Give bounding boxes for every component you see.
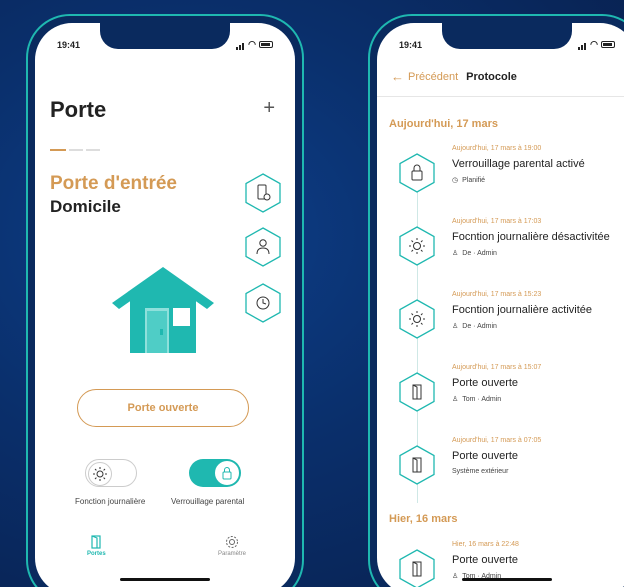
log-item[interactable]: Aujourd'hui, 17 mars à 15:23 Focntion jo…: [389, 291, 624, 361]
door-location: Domicile: [50, 197, 121, 216]
open-door-button[interactable]: Porte ouverte: [77, 389, 249, 427]
lock-icon: [399, 153, 435, 193]
house-icon: [112, 267, 214, 353]
divider: [377, 96, 624, 97]
parental-lock-toggle[interactable]: [189, 459, 241, 487]
parental-lock-label: Verrouillage parental: [171, 497, 245, 506]
home-indicator: [462, 578, 552, 581]
log-meta-text: De · Admin: [462, 322, 497, 330]
person-icon: ♙: [452, 396, 459, 403]
status-time: 19:41: [57, 39, 81, 50]
section-today: Aujourd'hui, 17 mars: [389, 118, 498, 130]
door-screen: 19:41 ◠ Porte + Porte d'entrée Domicile: [35, 23, 295, 587]
gear-icon: [226, 536, 238, 548]
battery-icon: [601, 41, 615, 48]
log-time: Aujourd'hui, 17 mars à 19:00: [452, 145, 542, 152]
person-icon: ♙: [452, 573, 459, 580]
log-time: Aujourd'hui, 17 mars à 07:05: [452, 437, 542, 444]
wifi-icon: ◠: [590, 39, 598, 49]
daily-function-label: Fonction journalière: [75, 497, 146, 506]
log-title: Porte ouverte: [452, 377, 519, 389]
tab-portes[interactable]: Portes: [87, 535, 106, 557]
daily-function-toggle[interactable]: [85, 459, 137, 487]
wifi-icon: ◠: [248, 39, 256, 49]
door-icon: [399, 372, 435, 412]
person-icon: ♙: [452, 323, 459, 330]
log-time: Aujourd'hui, 17 mars à 15:23: [452, 291, 542, 298]
phone-frame-right: 19:41 ◠ ← Précédent Protocole Aujourd'hu…: [368, 14, 624, 587]
home-indicator: [120, 578, 210, 581]
tab-portes-label: Portes: [87, 551, 106, 557]
log-meta-text: Tom · Admin: [462, 395, 502, 403]
door-icon: [91, 535, 101, 549]
page-title: Protocole: [466, 70, 517, 83]
status-time: 19:41: [399, 39, 423, 50]
log-meta: ♙ De · Admin: [452, 322, 497, 331]
history-button[interactable]: [245, 283, 281, 323]
log-meta: ♙ De · Admin: [452, 249, 497, 258]
back-label: Précédent: [408, 70, 459, 83]
status-bar: 19:41 ◠: [399, 39, 615, 50]
log-meta-text: Planifié: [462, 176, 486, 184]
person-icon: ♙: [452, 250, 459, 257]
log-title: Verrouillage parental activé: [452, 158, 585, 170]
log-meta-text: De · Admin: [462, 249, 497, 257]
log-item[interactable]: Aujourd'hui, 17 mars à 17:03 Focntion jo…: [389, 218, 624, 288]
protocol-screen: 19:41 ◠ ← Précédent Protocole Aujourd'hu…: [377, 23, 624, 587]
nav-bar: ← Précédent Protocole: [391, 69, 624, 84]
log-item[interactable]: Aujourd'hui, 17 mars à 19:00 Verrouillag…: [389, 145, 624, 215]
clock-icon: ◷: [452, 177, 459, 184]
battery-icon: [259, 41, 273, 48]
history-icon: [245, 283, 281, 323]
user-icon: [245, 227, 281, 267]
log-meta: ♙ Tom · Admin: [452, 395, 502, 404]
status-icons: ◠: [578, 39, 615, 50]
sun-icon: [399, 226, 435, 266]
door-icon: [399, 445, 435, 485]
door-settings-button[interactable]: [245, 173, 281, 213]
status-bar: 19:41 ◠: [57, 39, 273, 50]
arrow-left-icon: ←: [391, 69, 404, 84]
door-icon: [399, 549, 435, 587]
page-title: Porte: [50, 97, 107, 122]
log-time: Aujourd'hui, 17 mars à 15:07: [452, 364, 542, 371]
tab-parametre-label: Paramètre: [218, 551, 247, 557]
log-meta: ◷ Planifié: [452, 176, 486, 185]
log-title: Porte ouverte: [452, 450, 519, 462]
log-item[interactable]: Aujourd'hui, 17 mars à 15:07 Porte ouver…: [389, 364, 624, 434]
section-yesterday: Hier, 16 mars: [389, 513, 458, 525]
log-meta-text: Système extérieur: [452, 468, 509, 475]
log-title: Focntion journalière activitée: [452, 304, 593, 316]
door-settings-icon: [245, 173, 281, 213]
sun-icon: [88, 462, 112, 486]
status-icons: ◠: [236, 39, 273, 50]
sun-icon: [399, 299, 435, 339]
back-button[interactable]: ← Précédent: [391, 69, 458, 84]
signal-icon: [236, 40, 245, 50]
log-item[interactable]: Aujourd'hui, 17 mars à 07:05 Porte ouver…: [389, 437, 624, 507]
log-title: Focntion journalière désactivitée: [452, 231, 610, 243]
page-indicator: [50, 149, 100, 151]
log-time: Aujourd'hui, 17 mars à 17:03: [452, 218, 542, 225]
log-meta: Système extérieur: [452, 468, 508, 475]
phone-frame-left: 19:41 ◠ Porte + Porte d'entrée Domicile: [26, 14, 304, 587]
log-title: Porte ouverte: [452, 554, 519, 566]
plus-icon[interactable]: +: [263, 97, 275, 120]
signal-icon: [578, 40, 587, 50]
tab-parametre[interactable]: Paramètre: [218, 535, 246, 557]
lock-icon: [215, 461, 239, 485]
user-button[interactable]: [245, 227, 281, 267]
log-time: Hier, 16 mars à 22:48: [452, 541, 519, 548]
door-name: Porte d'entrée: [50, 173, 177, 194]
